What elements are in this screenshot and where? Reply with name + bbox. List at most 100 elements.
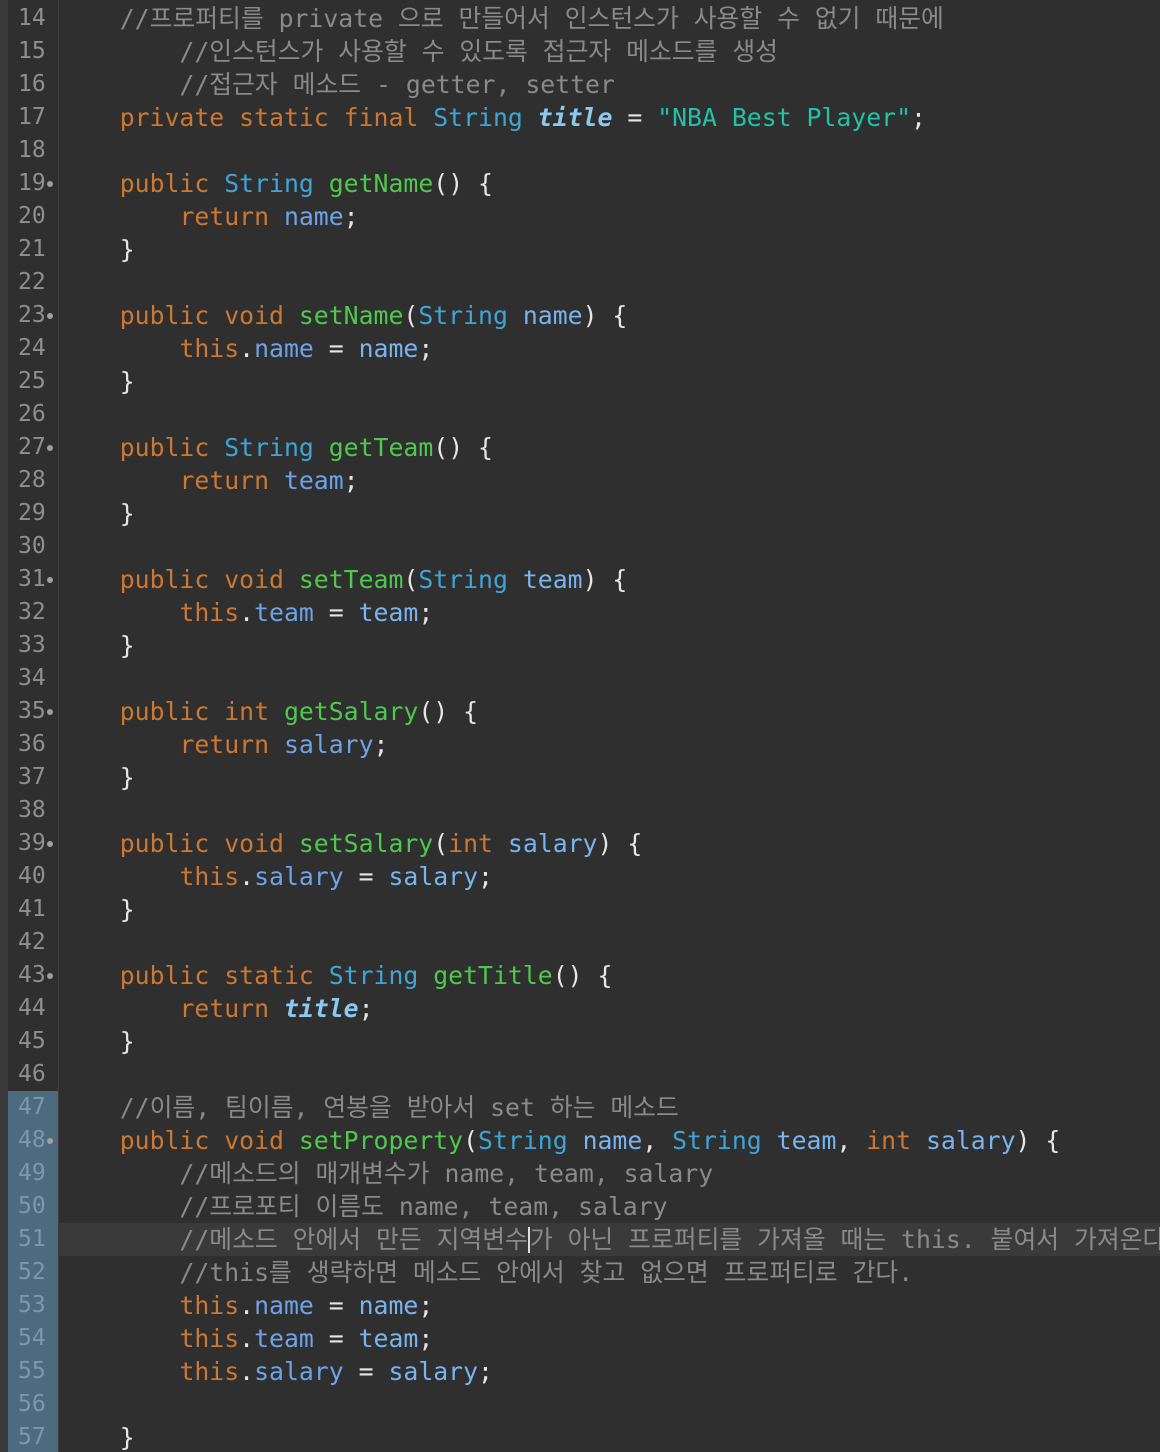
code-line[interactable]: 45 }	[0, 1025, 1160, 1058]
code-line[interactable]: 53 this.name = name;	[0, 1289, 1160, 1322]
code-text[interactable]: }	[60, 761, 135, 794]
fold-toggle-icon[interactable]	[47, 841, 53, 847]
code-text[interactable]: this.team = team;	[60, 1322, 433, 1355]
code-text[interactable]: //접근자 메소드 - getter, setter	[60, 68, 614, 101]
code-line[interactable]: 56	[0, 1388, 1160, 1421]
code-text[interactable]: return title;	[60, 992, 373, 1025]
line-number: 18	[18, 137, 46, 163]
code-line[interactable]: 15 //인스턴스가 사용할 수 있도록 접근자 메소드를 생성	[0, 35, 1160, 68]
code-text[interactable]: return salary;	[60, 728, 388, 761]
code-line[interactable]: 36 return salary;	[0, 728, 1160, 761]
line-number: 38	[18, 797, 46, 823]
token-param: name	[358, 1291, 419, 1320]
token-plain: .	[239, 1324, 255, 1353]
code-text[interactable]: this.salary = salary;	[60, 860, 493, 893]
code-line[interactable]: 27 public String getTeam() {	[0, 431, 1160, 464]
fold-toggle-icon[interactable]	[47, 313, 53, 319]
code-line[interactable]: 34	[0, 662, 1160, 695]
code-text[interactable]: public void setTeam(String team) {	[60, 563, 628, 596]
code-line[interactable]: 35 public int getSalary() {	[0, 695, 1160, 728]
code-text[interactable]: //인스턴스가 사용할 수 있도록 접근자 메소드를 생성	[60, 35, 778, 68]
code-line[interactable]: 19 public String getName() {	[0, 167, 1160, 200]
code-line[interactable]: 50 //프로포티 이름도 name, team, salary	[0, 1190, 1160, 1223]
fold-toggle-icon[interactable]	[47, 1138, 53, 1144]
code-line[interactable]: 38	[0, 794, 1160, 827]
code-text[interactable]: return team;	[60, 464, 358, 497]
code-text[interactable]: public String getName() {	[60, 167, 493, 200]
code-text[interactable]: //this를 생략하면 메소드 안에서 찾고 없으면 프로퍼티로 간다.	[60, 1256, 913, 1289]
code-text[interactable]: public void setName(String name) {	[60, 299, 628, 332]
code-editor[interactable]: 14 //프로퍼티를 private 으로 만들어서 인스턴스가 사용할 수 없…	[0, 0, 1160, 1452]
code-text[interactable]: //메소드의 매개변수가 name, team, salary	[60, 1157, 713, 1190]
code-line[interactable]: 48 public void setProperty(String name, …	[0, 1124, 1160, 1157]
code-text[interactable]: this.salary = salary;	[60, 1355, 493, 1388]
line-number: 55	[8, 1355, 58, 1388]
code-line[interactable]: 29 }	[0, 497, 1160, 530]
code-text[interactable]: public String getTeam() {	[60, 431, 493, 464]
token-method: setSalary	[298, 829, 434, 858]
code-text[interactable]: //메소드 안에서 만든 지역변수가 아닌 프로퍼티를 가져올 때는 this.…	[60, 1223, 1160, 1256]
code-line[interactable]: 46	[0, 1058, 1160, 1091]
code-line[interactable]: 33 }	[0, 629, 1160, 662]
code-text[interactable]: this.team = team;	[60, 596, 433, 629]
line-number: 37	[18, 764, 46, 790]
code-line[interactable]: 20 return name;	[0, 200, 1160, 233]
code-line[interactable]: 32 this.team = team;	[0, 596, 1160, 629]
code-line[interactable]: 39 public void setSalary(int salary) {	[0, 827, 1160, 860]
code-line[interactable]: 31 public void setTeam(String team) {	[0, 563, 1160, 596]
code-line[interactable]: 25 }	[0, 365, 1160, 398]
code-line[interactable]: 49 //메소드의 매개변수가 name, team, salary	[0, 1157, 1160, 1190]
code-text[interactable]: public static String getTitle() {	[60, 959, 613, 992]
code-line[interactable]: 52 //this를 생략하면 메소드 안에서 찾고 없으면 프로퍼티로 간다.	[0, 1256, 1160, 1289]
fold-toggle-icon[interactable]	[47, 709, 53, 715]
code-text[interactable]: //프로퍼티를 private 으로 만들어서 인스턴스가 사용할 수 없기 때…	[60, 2, 944, 35]
code-line[interactable]: 41 }	[0, 893, 1160, 926]
code-line[interactable]: 28 return team;	[0, 464, 1160, 497]
code-line[interactable]: 54 this.team = team;	[0, 1322, 1160, 1355]
code-line[interactable]: 24 this.name = name;	[0, 332, 1160, 365]
code-text[interactable]: }	[60, 1421, 135, 1452]
code-line[interactable]: 44 return title;	[0, 992, 1160, 1025]
code-text[interactable]: public int getSalary() {	[60, 695, 478, 728]
code-text[interactable]: //이름, 팀이름, 연봉을 받아서 set 하는 메소드	[60, 1091, 679, 1124]
code-text[interactable]: public void setSalary(int salary) {	[60, 827, 643, 860]
code-line[interactable]: 22	[0, 266, 1160, 299]
code-text[interactable]: //프로포티 이름도 name, team, salary	[60, 1190, 667, 1223]
code-text[interactable]: }	[60, 893, 135, 926]
token-plain: =	[343, 862, 389, 891]
code-text[interactable]: this.name = name;	[60, 332, 433, 365]
code-text[interactable]: this.name = name;	[60, 1289, 433, 1322]
code-text[interactable]: }	[60, 233, 135, 266]
code-line[interactable]: 17 private static final String title = "…	[0, 101, 1160, 134]
code-text[interactable]: public void setProperty(String name, Str…	[60, 1124, 1061, 1157]
code-line[interactable]: 51 //메소드 안에서 만든 지역변수가 아닌 프로퍼티를 가져올 때는 th…	[0, 1223, 1160, 1256]
code-line[interactable]: 16 //접근자 메소드 - getter, setter	[0, 68, 1160, 101]
token-field: name	[254, 1291, 314, 1320]
code-line[interactable]: 55 this.salary = salary;	[0, 1355, 1160, 1388]
code-text[interactable]: }	[60, 365, 135, 398]
code-text[interactable]: return name;	[60, 200, 358, 233]
fold-toggle-icon[interactable]	[47, 577, 53, 583]
code-line[interactable]: 23 public void setName(String name) {	[0, 299, 1160, 332]
code-text[interactable]: private static final String title = "NBA…	[60, 101, 926, 134]
code-line[interactable]: 43 public static String getTitle() {	[0, 959, 1160, 992]
fold-toggle-icon[interactable]	[47, 973, 53, 979]
token-kw: int	[866, 1126, 926, 1155]
code-line[interactable]: 42	[0, 926, 1160, 959]
code-line[interactable]: 21 }	[0, 233, 1160, 266]
code-text[interactable]: }	[60, 497, 135, 530]
code-line[interactable]: 57 }	[0, 1421, 1160, 1452]
code-line[interactable]: 18	[0, 134, 1160, 167]
code-line[interactable]: 26	[0, 398, 1160, 431]
code-line[interactable]: 40 this.salary = salary;	[0, 860, 1160, 893]
code-text[interactable]: }	[60, 629, 135, 662]
code-line[interactable]: 47 //이름, 팀이름, 연봉을 받아서 set 하는 메소드	[0, 1091, 1160, 1124]
token-plain: .	[239, 334, 255, 363]
code-text[interactable]: }	[60, 1025, 135, 1058]
code-line[interactable]: 14 //프로퍼티를 private 으로 만들어서 인스턴스가 사용할 수 없…	[0, 2, 1160, 35]
code-line[interactable]: 37 }	[0, 761, 1160, 794]
code-line[interactable]: 30	[0, 530, 1160, 563]
fold-toggle-icon[interactable]	[47, 181, 53, 187]
fold-toggle-icon[interactable]	[47, 445, 53, 451]
